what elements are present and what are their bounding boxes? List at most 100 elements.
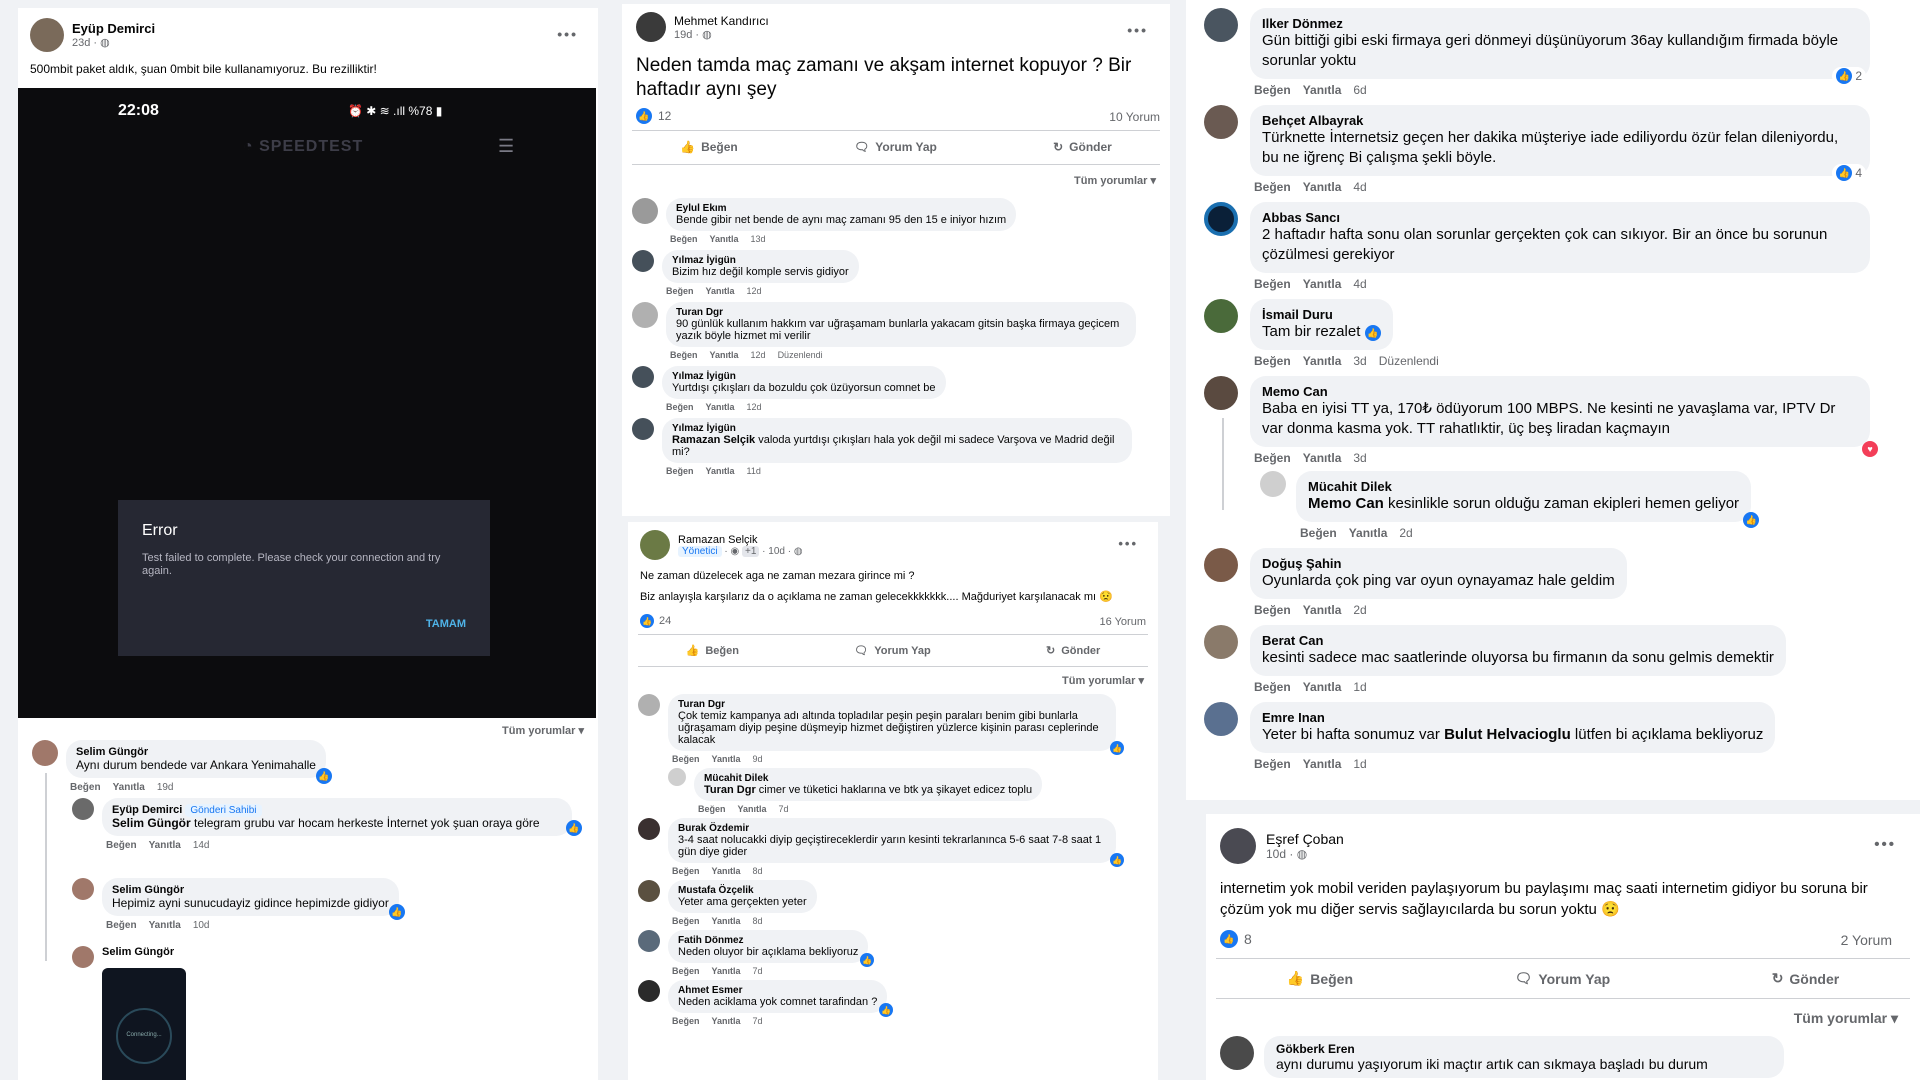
like-button[interactable]: Beğen bbox=[666, 286, 694, 296]
like-button[interactable]: Beğen bbox=[1254, 354, 1291, 368]
avatar[interactable] bbox=[640, 530, 670, 560]
like-reaction-icon[interactable]: 👍 bbox=[879, 1003, 894, 1017]
comment-author[interactable]: Selim Güngör bbox=[112, 884, 389, 896]
like-reaction-icon[interactable]: 👍 bbox=[566, 820, 582, 836]
avatar[interactable] bbox=[1220, 1036, 1254, 1070]
comment-time[interactable]: 10d bbox=[193, 920, 210, 931]
more-options-icon[interactable]: ••• bbox=[1874, 836, 1896, 853]
avatar[interactable] bbox=[632, 250, 654, 272]
post-time[interactable]: 23d · bbox=[72, 37, 100, 49]
comment-time[interactable]: 14d bbox=[193, 840, 210, 851]
comment-author[interactable]: Selim Güngör bbox=[102, 946, 186, 958]
like-reaction-icon[interactable]: 👍 bbox=[1110, 741, 1124, 755]
comment-time[interactable]: 1d bbox=[1353, 757, 1366, 771]
comment-author[interactable]: Mustafa Özçelik bbox=[678, 885, 807, 896]
comment-author[interactable]: Ilker Dönmez bbox=[1262, 16, 1858, 31]
reply-button[interactable]: Yanıtla bbox=[1303, 83, 1342, 97]
comment-count[interactable]: 16 Yorum bbox=[1100, 616, 1146, 628]
reaction-count[interactable]: 24 bbox=[659, 615, 671, 627]
comment-time[interactable]: 19d bbox=[157, 782, 174, 793]
avatar[interactable] bbox=[636, 12, 666, 42]
comment-author[interactable]: Mücahit Dilek bbox=[704, 773, 1032, 784]
more-options-icon[interactable]: ••• bbox=[1127, 22, 1148, 38]
reaction-count[interactable]: 2 bbox=[1855, 69, 1862, 83]
reply-button[interactable]: Yanıtla bbox=[149, 840, 181, 851]
send-button[interactable]: ↻ Gönder bbox=[1053, 140, 1112, 154]
comment-author[interactable]: Turan Dgr bbox=[676, 307, 1126, 318]
like-button[interactable]: Beğen bbox=[106, 840, 137, 851]
like-button[interactable]: 👍 Beğen bbox=[686, 644, 739, 658]
comment-time[interactable]: 2d bbox=[1353, 603, 1366, 617]
comment-author[interactable]: Memo Can bbox=[1262, 384, 1858, 399]
comment-author[interactable]: Mücahit Dilek bbox=[1308, 479, 1739, 494]
like-reaction-icon[interactable]: 👍 bbox=[1110, 853, 1124, 867]
avatar[interactable] bbox=[668, 768, 686, 786]
reply-button[interactable]: Yanıtla bbox=[706, 286, 735, 296]
comment-time[interactable]: 12d bbox=[747, 286, 762, 296]
all-comments-dropdown[interactable]: Tüm yorumlar ▾ bbox=[1794, 1010, 1898, 1027]
post-author[interactable]: Mehmet Kandırıcı bbox=[674, 14, 769, 28]
post-time[interactable]: 10d · bbox=[1266, 847, 1297, 861]
reply-button[interactable]: Yanıtla bbox=[1303, 354, 1342, 368]
reply-button[interactable]: Yanıtla bbox=[1303, 451, 1342, 465]
like-button[interactable]: Beğen bbox=[1254, 680, 1291, 694]
like-button[interactable]: Beğen bbox=[1254, 757, 1291, 771]
avatar[interactable] bbox=[30, 18, 64, 52]
like-button[interactable]: Beğen bbox=[666, 466, 694, 476]
like-button[interactable]: Beğen bbox=[1254, 180, 1291, 194]
all-comments-dropdown[interactable]: Tüm yorumlar ▾ bbox=[1062, 674, 1144, 687]
comment-author[interactable]: Yılmaz İyigün bbox=[672, 423, 1122, 434]
reply-button[interactable]: Yanıtla bbox=[1303, 603, 1342, 617]
comment-time[interactable]: 11d bbox=[747, 466, 761, 476]
avatar[interactable] bbox=[632, 418, 654, 440]
avatar[interactable] bbox=[1204, 202, 1238, 236]
mention[interactable]: Selim Güngör bbox=[112, 816, 191, 830]
comment-author[interactable]: Eylul Ekım bbox=[676, 203, 1006, 214]
comment-time[interactable]: 7d bbox=[779, 804, 789, 814]
heart-reaction-icon[interactable]: ♥ bbox=[1862, 441, 1878, 457]
comment-author[interactable]: Turan Dgr bbox=[678, 699, 1106, 710]
like-reaction-icon[interactable]: 👍 bbox=[388, 904, 405, 920]
like-button[interactable]: Beğen bbox=[672, 966, 700, 976]
like-button[interactable]: Beğen bbox=[1254, 277, 1291, 291]
comment-time[interactable]: 8d bbox=[753, 866, 763, 876]
like-button[interactable]: Beğen bbox=[1254, 83, 1291, 97]
reply-button[interactable]: Yanıtla bbox=[712, 966, 741, 976]
comment-author[interactable]: Behçet Albayrak bbox=[1262, 113, 1858, 128]
post-author[interactable]: Eşref Çoban bbox=[1266, 831, 1344, 847]
like-reaction-icon[interactable]: 👍 bbox=[640, 614, 654, 628]
comment-button[interactable]: 🗨 Yorum Yap bbox=[1515, 970, 1611, 987]
error-ok-button[interactable]: TAMAM bbox=[426, 618, 466, 630]
reaction-count[interactable]: 4 bbox=[1855, 166, 1862, 180]
mention[interactable]: Ramazan Selçik bbox=[672, 434, 755, 446]
comment-author[interactable]: Gökberk Eren bbox=[1276, 1042, 1772, 1056]
comment-time[interactable]: 6d bbox=[1353, 83, 1366, 97]
comment-author[interactable]: Abbas Sancı bbox=[1262, 210, 1858, 225]
like-reaction-icon[interactable]: 👍 bbox=[1836, 165, 1853, 181]
comment-author[interactable]: Fatih Dönmez bbox=[678, 935, 858, 946]
like-button[interactable]: Beğen bbox=[672, 754, 700, 764]
comment-time[interactable]: 3d bbox=[1353, 354, 1366, 368]
like-reaction-icon[interactable]: 👍 bbox=[315, 768, 332, 784]
comment-author[interactable]: Yılmaz İyigün bbox=[672, 371, 936, 382]
like-button[interactable]: Beğen bbox=[670, 234, 698, 244]
reply-button[interactable]: Yanıtla bbox=[712, 754, 741, 764]
reply-button[interactable]: Yanıtla bbox=[113, 782, 145, 793]
mention[interactable]: Turan Dgr bbox=[704, 784, 756, 796]
like-button[interactable]: Beğen bbox=[666, 402, 694, 412]
avatar[interactable] bbox=[72, 946, 94, 968]
comment-author[interactable]: Selim Güngör bbox=[76, 746, 316, 758]
comment-button[interactable]: 🗨 Yorum Yap bbox=[854, 140, 937, 154]
like-reaction-icon[interactable]: 👍 bbox=[1220, 930, 1238, 948]
send-button[interactable]: ↻ Gönder bbox=[1046, 644, 1100, 658]
avatar[interactable] bbox=[1204, 702, 1238, 736]
like-button[interactable]: Beğen bbox=[672, 916, 700, 926]
post-author[interactable]: Ramazan Selçik bbox=[678, 534, 803, 546]
avatar[interactable] bbox=[638, 694, 660, 716]
reply-button[interactable]: Yanıtla bbox=[712, 1016, 741, 1026]
avatar[interactable] bbox=[32, 740, 58, 766]
like-button[interactable]: Beğen bbox=[1300, 526, 1337, 540]
reply-button[interactable]: Yanıtla bbox=[1303, 757, 1342, 771]
comment-author[interactable]: Yılmaz İyigün bbox=[672, 255, 849, 266]
reply-button[interactable]: Yanıtla bbox=[1303, 277, 1342, 291]
